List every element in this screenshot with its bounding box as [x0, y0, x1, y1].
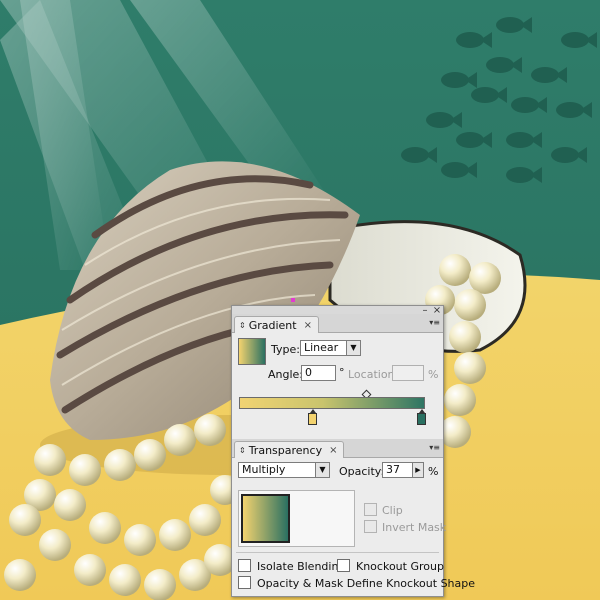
- opacity-field[interactable]: 37 ▶: [382, 462, 424, 478]
- isolate-blending-checkbox[interactable]: [238, 559, 251, 572]
- opacity-mask-knockout-checkbox[interactable]: [238, 576, 251, 589]
- location-field[interactable]: [392, 365, 424, 381]
- chevron-down-icon[interactable]: ▼: [346, 341, 360, 355]
- clip-label: Clip: [382, 504, 403, 517]
- knockout-group-checkbox[interactable]: [337, 559, 350, 572]
- chevron-updown-icon[interactable]: ⇕: [239, 446, 246, 455]
- transparency-tab-label: Transparency: [248, 443, 323, 457]
- invert-mask-label: Invert Mask: [382, 521, 447, 534]
- knockout-group-label: Knockout Group: [356, 560, 444, 573]
- panel-divider: [236, 552, 439, 553]
- gradient-tab-label: Gradient: [248, 318, 297, 332]
- panel-menu-icon[interactable]: ▾≡: [429, 443, 440, 452]
- opacity-percent: %: [428, 465, 439, 478]
- gradient-tab-row: ⇕ Gradient × ▾≡: [232, 314, 443, 333]
- gradient-type-value: Linear: [304, 341, 339, 354]
- type-label: Type:: [271, 343, 300, 356]
- opacity-label: Opacity:: [339, 465, 385, 478]
- close-icon[interactable]: ×: [329, 445, 337, 456]
- transparency-tab-row: ⇕ Transparency × ▾≡: [232, 439, 443, 458]
- gradient-stop-teal[interactable]: [417, 409, 426, 425]
- angle-label: Angle:: [268, 368, 304, 381]
- close-icon[interactable]: ×: [304, 320, 312, 331]
- gradient-preview-swatch[interactable]: [238, 338, 266, 365]
- chevron-down-icon[interactable]: ▼: [315, 463, 329, 477]
- tab-transparency[interactable]: ⇕ Transparency ×: [234, 441, 345, 458]
- gradient-type-dropdown[interactable]: Linear ▼: [300, 340, 361, 356]
- angle-field[interactable]: 0: [301, 365, 336, 381]
- angle-value: 0: [305, 366, 312, 379]
- invert-mask-checkbox[interactable]: [364, 520, 377, 533]
- opacity-value: 37: [386, 463, 400, 476]
- gradient-stop-yellow[interactable]: [308, 409, 317, 425]
- gradient-slider[interactable]: [239, 397, 425, 409]
- location-percent: %: [428, 368, 439, 381]
- object-thumbnail[interactable]: [241, 494, 290, 543]
- clip-checkbox[interactable]: [364, 503, 377, 516]
- opacity-mask-knockout-label: Opacity & Mask Define Knockout Shape: [257, 577, 476, 590]
- tab-gradient[interactable]: ⇕ Gradient ×: [234, 316, 319, 333]
- degree-symbol: °: [339, 366, 345, 379]
- location-label: Location:: [348, 368, 399, 381]
- isolate-blending-label: Isolate Blending: [257, 560, 346, 573]
- blend-mode-value: Multiply: [242, 463, 286, 476]
- panel-menu-icon[interactable]: ▾≡: [429, 318, 440, 327]
- blend-mode-dropdown[interactable]: Multiply ▼: [238, 462, 330, 478]
- chevron-updown-icon[interactable]: ⇕: [239, 321, 246, 330]
- opacity-stepper-arrow[interactable]: ▶: [412, 463, 423, 477]
